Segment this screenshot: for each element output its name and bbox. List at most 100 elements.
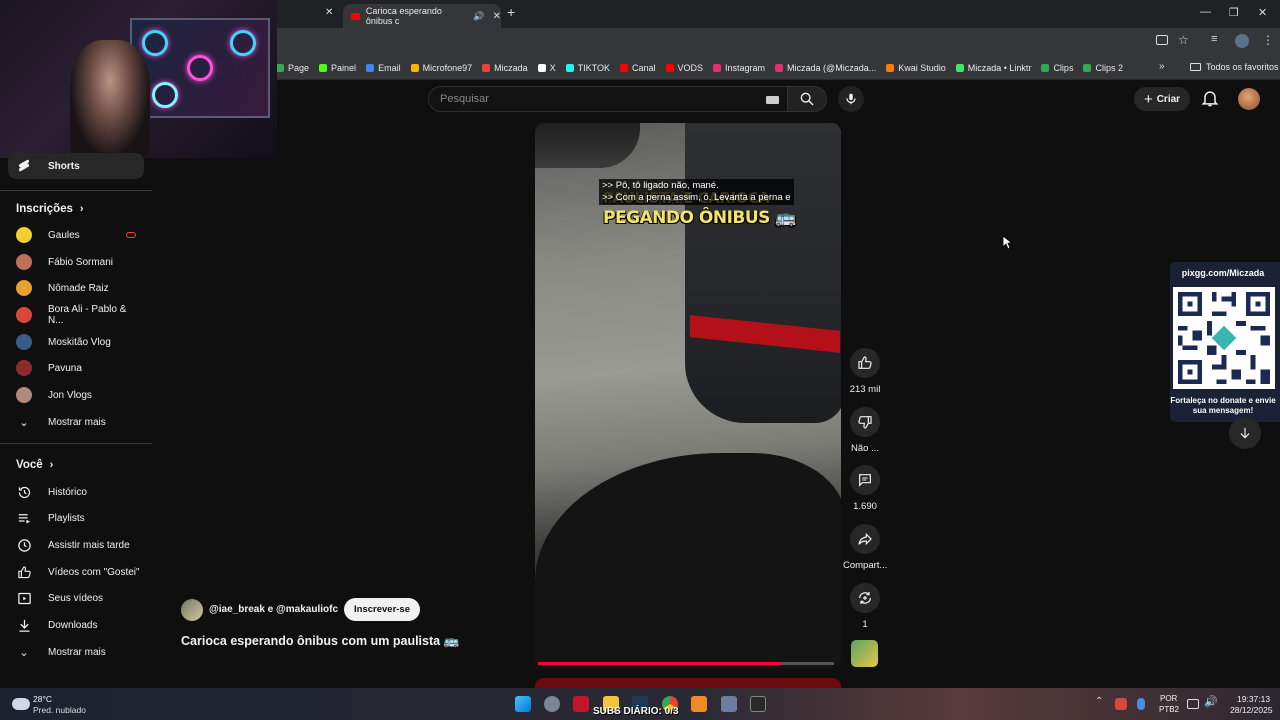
download-icon [16, 617, 32, 633]
sidebar-item-playlists[interactable]: Playlists [8, 505, 144, 531]
show-more-button[interactable]: ⌄ Mostrar mais [8, 409, 144, 435]
bookmark-page[interactable]: Page [276, 63, 309, 73]
tray-chevron-icon[interactable]: ⌃ [1095, 696, 1103, 707]
close-window-icon[interactable]: ✕ [1258, 6, 1267, 19]
channel-names[interactable]: @iae_break e @makauliofc [209, 604, 338, 615]
sidebar-item-history[interactable]: Histórico [8, 479, 144, 505]
language-code[interactable]: POR [1160, 694, 1177, 703]
keyboard-layout[interactable]: PTB2 [1159, 705, 1179, 714]
subscribe-button[interactable]: Inscrever-se [344, 598, 420, 621]
keyboard-icon[interactable] [766, 96, 779, 104]
notifications-button[interactable] [1200, 88, 1220, 113]
linktree-icon [955, 63, 964, 72]
share-button[interactable]: Compart... [843, 524, 887, 571]
comments-button[interactable]: 1.690 [843, 465, 887, 512]
instagram-icon [713, 63, 722, 72]
weather-forecast: Pred. nublado [33, 705, 86, 715]
app-icon[interactable] [721, 696, 737, 712]
new-tab-button[interactable]: + [507, 4, 515, 20]
media-control-icon[interactable]: ≡ [1211, 33, 1217, 45]
bookmark-vods[interactable]: VODS [665, 63, 703, 73]
voice-search-button[interactable] [838, 86, 864, 112]
more-bookmarks-icon[interactable]: » [1159, 61, 1165, 72]
bookmark-icon [410, 63, 419, 72]
app-icon[interactable] [691, 696, 707, 712]
channel-avatar [16, 360, 32, 376]
search-button[interactable] [787, 86, 827, 112]
sidebar-item-channel[interactable]: Pavuna [8, 355, 144, 381]
sidebar-item-liked-videos[interactable]: Vídeos com "Gostei" [8, 559, 144, 585]
browser-tab-active[interactable]: Carioca esperando ônibus c 🔊 ✕ [343, 4, 501, 28]
progress-fill [538, 662, 781, 665]
star-icon[interactable]: ☆ [1178, 33, 1189, 47]
windows-start-icon[interactable] [515, 696, 531, 712]
shorts-icon [16, 158, 32, 174]
bookmark-kwai-studio[interactable]: Kwai Studio [886, 63, 946, 73]
menu-icon[interactable]: ⋮ [1262, 33, 1274, 47]
restore-icon[interactable]: ❐ [1229, 6, 1239, 19]
subscriptions-heading[interactable]: Inscrições › [16, 203, 84, 215]
kwai-icon [886, 63, 895, 72]
clock-date[interactable]: 28/12/2025 [1230, 705, 1273, 715]
bookmark-linktree[interactable]: Miczada • Linktr [955, 63, 1031, 73]
install-app-icon[interactable] [1156, 35, 1168, 45]
tray-app-icon[interactable] [1115, 698, 1127, 710]
profile-icon[interactable] [1235, 34, 1249, 48]
settings-icon[interactable] [544, 696, 560, 712]
bookmark-canal[interactable]: Canal [619, 63, 656, 73]
close-tab-icon[interactable]: ✕ [493, 11, 501, 22]
bookmark-microfone97[interactable]: Microfone97 [410, 63, 472, 73]
sidebar-item-channel[interactable]: Nômade Raiz [8, 275, 144, 301]
all-favorites-folder[interactable]: Todos os favoritos [1190, 62, 1279, 72]
search-input[interactable]: Pesquisar [428, 86, 788, 112]
sidebar-item-channel[interactable]: Moskitão Vlog [8, 329, 144, 355]
sidebar-item-watch-later[interactable]: Assistir mais tarde [8, 532, 144, 558]
tiktok-icon [565, 63, 574, 72]
bookmark-clips[interactable]: Clips [1041, 63, 1073, 73]
bookmark-x[interactable]: X [537, 63, 556, 73]
like-button[interactable]: 213 mil [843, 348, 887, 395]
channel-avatar[interactable] [181, 598, 203, 621]
sound-thumbnail[interactable] [851, 640, 878, 667]
obs-icon[interactable] [750, 696, 766, 712]
volume-icon[interactable]: 🔊 [1204, 695, 1218, 708]
next-video-button[interactable] [1229, 417, 1261, 449]
sidebar-item-channel[interactable]: Gaules [8, 222, 144, 248]
bookmark-miczada-instagram[interactable]: Miczada (@Miczada... [775, 63, 876, 73]
thumbs-up-icon [16, 564, 32, 580]
sidebar-item-channel[interactable]: Fábio Sormani [8, 249, 144, 275]
microphone-icon[interactable] [1137, 698, 1145, 710]
playlists-icon [16, 510, 32, 526]
sidebar-item-downloads[interactable]: Downloads [8, 612, 144, 638]
minimize-icon[interactable]: — [1200, 6, 1211, 18]
dislike-button[interactable]: Não ... [843, 407, 887, 454]
network-icon[interactable] [1187, 699, 1199, 709]
weather-icon[interactable] [12, 698, 30, 710]
sidebar-item-shorts[interactable]: Shorts [8, 153, 144, 179]
bookmark-email[interactable]: Email [366, 63, 401, 73]
sidebar-item-your-videos[interactable]: Seus vídeos [8, 585, 144, 611]
tab-title: Carioca esperando ônibus c [365, 6, 442, 26]
bookmark-tiktok[interactable]: TIKTOK [565, 63, 610, 73]
bookmark-clips-2[interactable]: Clips 2 [1083, 63, 1123, 73]
bookmark-painel[interactable]: Painel [319, 63, 356, 73]
sidebar-item-channel[interactable]: Jon Vlogs [8, 382, 144, 408]
avatar[interactable] [1238, 88, 1260, 110]
bookmark-instagram[interactable]: Instagram [713, 63, 765, 73]
youtube-icon [665, 63, 674, 72]
tiktok-live-icon[interactable] [573, 696, 589, 712]
close-tab-icon[interactable]: ✕ [325, 7, 333, 18]
video-progress-bar[interactable] [538, 662, 834, 665]
show-more-button[interactable]: ⌄ Mostrar mais [8, 639, 144, 665]
bookmark-miczada[interactable]: Miczada [482, 63, 528, 73]
short-video-player[interactable]: PAULISTA E CARIOCA PEGANDO ÔNIBUS 🚌 >> P… [535, 123, 841, 668]
sidebar-item-channel[interactable]: Bora Ali - Pablo & N... [8, 302, 144, 328]
remix-button[interactable]: 1 [843, 583, 887, 630]
remix-icon [859, 592, 871, 604]
you-heading[interactable]: Você › [16, 459, 53, 471]
share-label: Compart... [843, 560, 888, 571]
qr-code [1173, 287, 1275, 389]
divider [0, 190, 152, 191]
clock-time[interactable]: 19:37:13 [1237, 694, 1270, 704]
create-button[interactable]: + Criar [1134, 87, 1190, 111]
